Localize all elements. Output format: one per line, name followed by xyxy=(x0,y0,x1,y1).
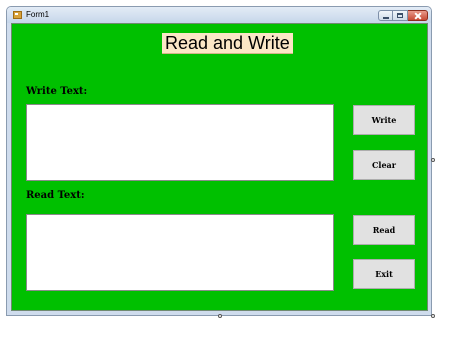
form-window: Form1 Read and Write Write Text: Read Te… xyxy=(6,6,432,316)
resize-handle-right[interactable] xyxy=(431,158,435,162)
clear-button[interactable]: Clear xyxy=(353,150,415,180)
form-client-area: Read and Write Write Text: Read Text: Wr… xyxy=(11,23,428,311)
window-controls xyxy=(378,10,428,21)
read-text-field[interactable] xyxy=(26,214,334,291)
write-text-field[interactable] xyxy=(26,104,334,181)
form-app-icon xyxy=(13,11,22,19)
minimize-icon[interactable] xyxy=(378,10,393,21)
read-text-label: Read Text: xyxy=(26,190,85,201)
maximize-icon[interactable] xyxy=(393,10,408,21)
resize-handle-bottom[interactable] xyxy=(218,314,222,318)
exit-button[interactable]: Exit xyxy=(353,259,415,289)
title-bar[interactable]: Form1 xyxy=(7,7,431,23)
write-text-label: Write Text: xyxy=(26,86,88,97)
designer-surface: Form1 Read and Write Write Text: Read Te… xyxy=(0,0,474,357)
close-icon[interactable] xyxy=(408,10,428,21)
resize-handle-corner[interactable] xyxy=(431,314,435,318)
form-heading: Read and Write xyxy=(162,33,293,54)
window-title: Form1 xyxy=(26,10,50,19)
read-button[interactable]: Read xyxy=(353,215,415,245)
write-button[interactable]: Write xyxy=(353,105,415,135)
